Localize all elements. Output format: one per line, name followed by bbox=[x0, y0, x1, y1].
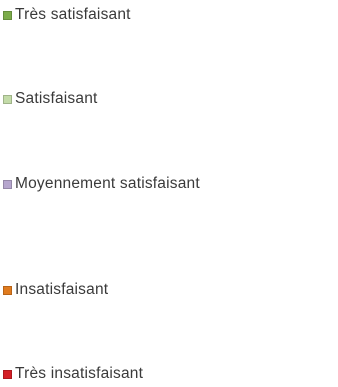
legend-label-tres-satisfaisant: Très satisfaisant bbox=[15, 6, 131, 23]
legend-label-satisfaisant: Satisfaisant bbox=[15, 90, 98, 107]
legend-swatch-tres-insatisfaisant bbox=[3, 369, 12, 379]
legend-item-satisfaisant: Satisfaisant bbox=[3, 88, 98, 110]
legend-swatch-tres-satisfaisant bbox=[3, 10, 12, 20]
legend-swatch-satisfaisant bbox=[3, 94, 12, 104]
legend-label-insatisfaisant: Insatisfaisant bbox=[15, 281, 109, 298]
legend-label-moyennement-satisfaisant: Moyennement satisfaisant bbox=[15, 175, 200, 192]
chart-legend: Très satisfaisant Satisfaisant Moyenneme… bbox=[0, 0, 338, 387]
legend-label-tres-insatisfaisant: Très insatisfaisant bbox=[15, 365, 144, 382]
legend-item-moyennement-satisfaisant: Moyennement satisfaisant bbox=[3, 173, 200, 195]
legend-swatch-moyennement-satisfaisant bbox=[3, 179, 12, 189]
legend-item-insatisfaisant: Insatisfaisant bbox=[3, 279, 108, 301]
legend-item-tres-satisfaisant: Très satisfaisant bbox=[3, 4, 131, 26]
legend-item-tres-insatisfaisant: Très insatisfaisant bbox=[3, 363, 143, 385]
legend-swatch-insatisfaisant bbox=[3, 285, 12, 295]
